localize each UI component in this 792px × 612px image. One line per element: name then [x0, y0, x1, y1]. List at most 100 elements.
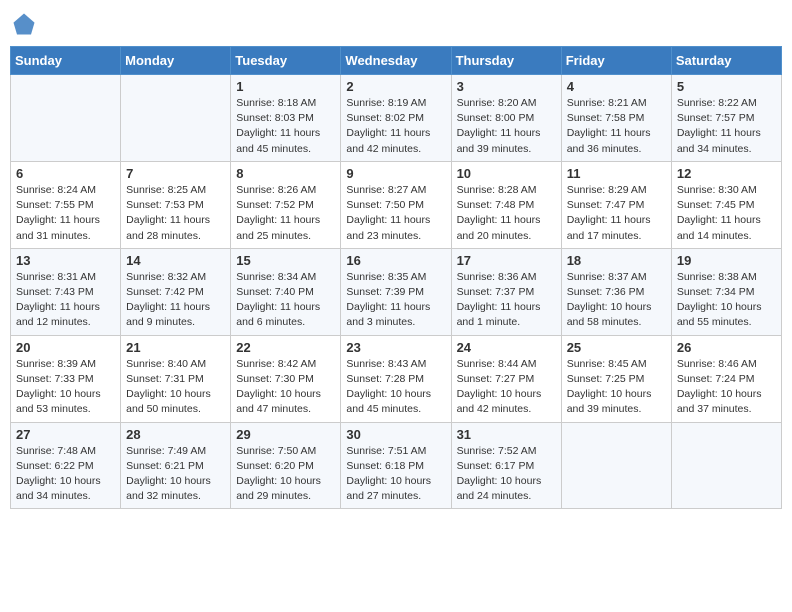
day-info: Sunrise: 8:45 AMSunset: 7:25 PMDaylight:…: [567, 357, 666, 418]
calendar-cell: 12 Sunrise: 8:30 AMSunset: 7:45 PMDayligh…: [671, 161, 781, 248]
calendar-week-row: 13 Sunrise: 8:31 AMSunset: 7:43 PMDayligh…: [11, 248, 782, 335]
calendar-day-header: Thursday: [451, 47, 561, 75]
day-number: 15: [236, 253, 335, 268]
day-info: Sunrise: 8:44 AMSunset: 7:27 PMDaylight:…: [457, 357, 556, 418]
day-number: 30: [346, 427, 445, 442]
calendar-cell: [561, 422, 671, 509]
day-info: Sunrise: 8:30 AMSunset: 7:45 PMDaylight:…: [677, 183, 776, 244]
day-info: Sunrise: 8:20 AMSunset: 8:00 PMDaylight:…: [457, 96, 556, 157]
day-info: Sunrise: 8:36 AMSunset: 7:37 PMDaylight:…: [457, 270, 556, 331]
calendar-week-row: 1 Sunrise: 8:18 AMSunset: 8:03 PMDaylight…: [11, 75, 782, 162]
calendar-cell: 1 Sunrise: 8:18 AMSunset: 8:03 PMDaylight…: [231, 75, 341, 162]
day-number: 6: [16, 166, 115, 181]
calendar-week-row: 6 Sunrise: 8:24 AMSunset: 7:55 PMDaylight…: [11, 161, 782, 248]
day-info: Sunrise: 8:38 AMSunset: 7:34 PMDaylight:…: [677, 270, 776, 331]
day-info: Sunrise: 8:26 AMSunset: 7:52 PMDaylight:…: [236, 183, 335, 244]
calendar-cell: 20 Sunrise: 8:39 AMSunset: 7:33 PMDayligh…: [11, 335, 121, 422]
calendar-cell: 8 Sunrise: 8:26 AMSunset: 7:52 PMDaylight…: [231, 161, 341, 248]
calendar-table: SundayMondayTuesdayWednesdayThursdayFrid…: [10, 46, 782, 509]
day-number: 16: [346, 253, 445, 268]
day-info: Sunrise: 8:43 AMSunset: 7:28 PMDaylight:…: [346, 357, 445, 418]
calendar-cell: 15 Sunrise: 8:34 AMSunset: 7:40 PMDayligh…: [231, 248, 341, 335]
day-info: Sunrise: 8:19 AMSunset: 8:02 PMDaylight:…: [346, 96, 445, 157]
day-number: 1: [236, 79, 335, 94]
day-number: 25: [567, 340, 666, 355]
day-number: 21: [126, 340, 225, 355]
logo-icon: [10, 10, 38, 38]
day-info: Sunrise: 7:51 AMSunset: 6:18 PMDaylight:…: [346, 444, 445, 505]
calendar-cell: 18Sunrise: 8:37 AMSunset: 7:36 PMDayligh…: [561, 248, 671, 335]
day-info: Sunrise: 8:21 AMSunset: 7:58 PMDaylight:…: [567, 96, 666, 157]
calendar-cell: 16Sunrise: 8:35 AMSunset: 7:39 PMDayligh…: [341, 248, 451, 335]
day-number: 11: [567, 166, 666, 181]
day-info: Sunrise: 8:24 AMSunset: 7:55 PMDaylight:…: [16, 183, 115, 244]
day-info: Sunrise: 8:32 AMSunset: 7:42 PMDaylight:…: [126, 270, 225, 331]
calendar-cell: [11, 75, 121, 162]
day-number: 7: [126, 166, 225, 181]
calendar-cell: 21 Sunrise: 8:40 AMSunset: 7:31 PMDayligh…: [121, 335, 231, 422]
day-info: Sunrise: 8:28 AMSunset: 7:48 PMDaylight:…: [457, 183, 556, 244]
day-info: Sunrise: 8:27 AMSunset: 7:50 PMDaylight:…: [346, 183, 445, 244]
calendar-header-row: SundayMondayTuesdayWednesdayThursdayFrid…: [11, 47, 782, 75]
calendar-week-row: 27 Sunrise: 7:48 AMSunset: 6:22 PMDayligh…: [11, 422, 782, 509]
day-number: 3: [457, 79, 556, 94]
calendar-cell: 4Sunrise: 8:21 AMSunset: 7:58 PMDaylight…: [561, 75, 671, 162]
day-number: 22: [236, 340, 335, 355]
day-number: 27: [16, 427, 115, 442]
day-info: Sunrise: 8:42 AMSunset: 7:30 PMDaylight:…: [236, 357, 335, 418]
calendar-cell: 10Sunrise: 8:28 AMSunset: 7:48 PMDayligh…: [451, 161, 561, 248]
calendar-cell: 31 Sunrise: 7:52 AMSunset: 6:17 PMDayligh…: [451, 422, 561, 509]
day-number: 31: [457, 427, 556, 442]
calendar-cell: 24 Sunrise: 8:44 AMSunset: 7:27 PMDayligh…: [451, 335, 561, 422]
calendar-body: 1 Sunrise: 8:18 AMSunset: 8:03 PMDaylight…: [11, 75, 782, 509]
day-number: 20: [16, 340, 115, 355]
calendar-cell: 22 Sunrise: 8:42 AMSunset: 7:30 PMDayligh…: [231, 335, 341, 422]
day-number: 12: [677, 166, 776, 181]
calendar-cell: 11 Sunrise: 8:29 AMSunset: 7:47 PMDayligh…: [561, 161, 671, 248]
calendar-cell: 27 Sunrise: 7:48 AMSunset: 6:22 PMDayligh…: [11, 422, 121, 509]
calendar-cell: 2 Sunrise: 8:19 AMSunset: 8:02 PMDaylight…: [341, 75, 451, 162]
calendar-day-header: Friday: [561, 47, 671, 75]
day-info: Sunrise: 7:48 AMSunset: 6:22 PMDaylight:…: [16, 444, 115, 505]
calendar-day-header: Monday: [121, 47, 231, 75]
day-info: Sunrise: 8:18 AMSunset: 8:03 PMDaylight:…: [236, 96, 335, 157]
day-info: Sunrise: 8:34 AMSunset: 7:40 PMDaylight:…: [236, 270, 335, 331]
day-number: 19: [677, 253, 776, 268]
calendar-week-row: 20 Sunrise: 8:39 AMSunset: 7:33 PMDayligh…: [11, 335, 782, 422]
day-info: Sunrise: 7:52 AMSunset: 6:17 PMDaylight:…: [457, 444, 556, 505]
calendar-cell: 25 Sunrise: 8:45 AMSunset: 7:25 PMDayligh…: [561, 335, 671, 422]
calendar-cell: 29Sunrise: 7:50 AMSunset: 6:20 PMDayligh…: [231, 422, 341, 509]
calendar-cell: 3 Sunrise: 8:20 AMSunset: 8:00 PMDaylight…: [451, 75, 561, 162]
logo: [10, 10, 42, 38]
calendar-cell: 19 Sunrise: 8:38 AMSunset: 7:34 PMDayligh…: [671, 248, 781, 335]
calendar-cell: 17 Sunrise: 8:36 AMSunset: 7:37 PMDayligh…: [451, 248, 561, 335]
calendar-cell: 14 Sunrise: 8:32 AMSunset: 7:42 PMDayligh…: [121, 248, 231, 335]
day-number: 23: [346, 340, 445, 355]
day-info: Sunrise: 8:39 AMSunset: 7:33 PMDaylight:…: [16, 357, 115, 418]
calendar-day-header: Tuesday: [231, 47, 341, 75]
day-info: Sunrise: 8:22 AMSunset: 7:57 PMDaylight:…: [677, 96, 776, 157]
day-info: Sunrise: 8:40 AMSunset: 7:31 PMDaylight:…: [126, 357, 225, 418]
day-number: 14: [126, 253, 225, 268]
day-number: 13: [16, 253, 115, 268]
day-info: Sunrise: 8:29 AMSunset: 7:47 PMDaylight:…: [567, 183, 666, 244]
day-number: 24: [457, 340, 556, 355]
calendar-cell: 28Sunrise: 7:49 AMSunset: 6:21 PMDayligh…: [121, 422, 231, 509]
calendar-cell: 26Sunrise: 8:46 AMSunset: 7:24 PMDayligh…: [671, 335, 781, 422]
calendar-day-header: Sunday: [11, 47, 121, 75]
calendar-cell: 23 Sunrise: 8:43 AMSunset: 7:28 PMDayligh…: [341, 335, 451, 422]
day-info: Sunrise: 8:31 AMSunset: 7:43 PMDaylight:…: [16, 270, 115, 331]
calendar-cell: 6 Sunrise: 8:24 AMSunset: 7:55 PMDaylight…: [11, 161, 121, 248]
day-info: Sunrise: 7:50 AMSunset: 6:20 PMDaylight:…: [236, 444, 335, 505]
day-info: Sunrise: 7:49 AMSunset: 6:21 PMDaylight:…: [126, 444, 225, 505]
day-info: Sunrise: 8:46 AMSunset: 7:24 PMDaylight:…: [677, 357, 776, 418]
calendar-day-header: Wednesday: [341, 47, 451, 75]
day-info: Sunrise: 8:37 AMSunset: 7:36 PMDaylight:…: [567, 270, 666, 331]
calendar-cell: 13 Sunrise: 8:31 AMSunset: 7:43 PMDayligh…: [11, 248, 121, 335]
day-info: Sunrise: 8:25 AMSunset: 7:53 PMDaylight:…: [126, 183, 225, 244]
calendar-cell: [671, 422, 781, 509]
day-number: 2: [346, 79, 445, 94]
day-number: 8: [236, 166, 335, 181]
day-number: 17: [457, 253, 556, 268]
calendar-cell: 9Sunrise: 8:27 AMSunset: 7:50 PMDaylight…: [341, 161, 451, 248]
